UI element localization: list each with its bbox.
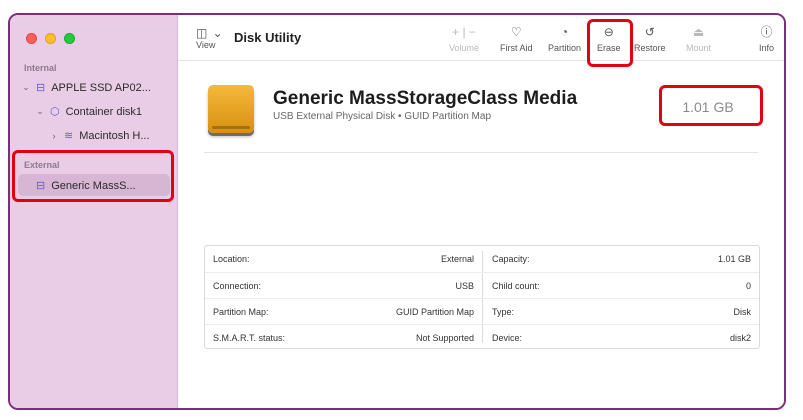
info-row-partition-map: Partition Map: GUID Partition Map (205, 298, 482, 324)
sidebar-item-label: Macintosh H... (79, 129, 150, 142)
info-label: Info (759, 43, 775, 53)
info-column-right: Capacity: 1.01 GB Child count: 0 Type: D… (482, 246, 759, 348)
plus-minus-icon: + | − (452, 25, 476, 39)
first-aid-label: First Aid (500, 43, 533, 53)
disk-name: Generic MassStorageClass Media (273, 88, 578, 109)
info-label: Capacity: (492, 254, 530, 264)
stethoscope-icon: ♡ (510, 25, 522, 39)
container-cube-icon: ⬡ (50, 106, 60, 118)
info-row-type: Type: Disk (482, 298, 759, 324)
info-value: Not Supported (415, 332, 474, 343)
info-label: Location: (213, 254, 250, 264)
first-aid-button[interactable]: ♡ First Aid (500, 25, 533, 53)
info-value: disk2 (729, 332, 751, 343)
divider (204, 152, 758, 153)
info-label: S.M.A.R.T. status: (213, 332, 286, 343)
sidebar-toggle-icon: ◫ ⌄ (196, 26, 224, 40)
annotation-highlight-erase (587, 19, 633, 67)
info-table: Location: External Connection: USB Parti… (204, 245, 760, 349)
info-value: 1.01 GB (717, 254, 751, 264)
mount-button[interactable]: ⏏ Mount (686, 25, 711, 53)
info-value: External (440, 254, 474, 264)
info-row-device: Device: disk2 (482, 324, 759, 350)
minimize-button[interactable] (45, 33, 56, 44)
view-button[interactable]: ◫ ⌄ View (196, 26, 224, 50)
sidebar-item-macintosh-hd[interactable]: › ≋ Macintosh H... (48, 129, 150, 143)
mount-label: Mount (686, 43, 712, 53)
volume-button[interactable]: + | − Volume (449, 25, 479, 53)
chevron-right-icon[interactable]: › (48, 131, 60, 141)
info-label: Partition Map: (213, 306, 269, 317)
info-value: Disk (733, 306, 752, 317)
info-row-connection: Connection: USB (205, 272, 482, 298)
info-column-left: Location: External Connection: USB Parti… (205, 246, 482, 348)
info-value: 0 (745, 280, 751, 291)
zoom-button[interactable] (64, 33, 75, 44)
close-button[interactable] (26, 33, 37, 44)
sidebar-item-label: Container disk1 (65, 105, 143, 118)
sidebar-section-internal: Internal (24, 63, 57, 73)
info-row-child-count: Child count: 0 (482, 272, 759, 298)
annotation-highlight-size (659, 85, 763, 126)
info-label: Connection: (213, 280, 262, 291)
info-value: USB (455, 280, 474, 291)
restore-button[interactable]: ↺ Restore (634, 25, 666, 53)
partition-label: Partition (548, 43, 582, 53)
info-row-location: Location: External (205, 246, 482, 272)
partition-button[interactable]: ◔ Partition (548, 25, 581, 53)
mount-icon: ⏏ (692, 25, 705, 39)
info-label: Type: (492, 306, 515, 317)
view-label: View (196, 40, 216, 50)
sidebar: Internal ⌄ ⊟ APPLE SSD AP02... ⌄ ⬡ Conta… (10, 15, 178, 408)
volume-label: Volume (449, 43, 480, 53)
disk-subtitle: USB External Physical Disk • GUID Partit… (273, 111, 492, 122)
disk-utility-window: Internal ⌄ ⊟ APPLE SSD AP02... ⌄ ⬡ Conta… (8, 13, 786, 410)
toolbar: ◫ ⌄ View Disk Utility + | − Volume ♡ Fir… (178, 15, 784, 61)
volume-stack-icon: ≋ (64, 130, 74, 142)
info-row-smart-status: S.M.A.R.T. status: Not Supported (205, 324, 482, 350)
restore-label: Restore (634, 43, 666, 53)
info-label: Device: (492, 332, 523, 343)
info-value: GUID Partition Map (395, 306, 474, 317)
info-icon: ⓘ (760, 25, 773, 39)
pie-chart-icon: ◔ (560, 25, 569, 39)
sidebar-item-container[interactable]: ⌄ ⬡ Container disk1 (34, 105, 143, 119)
restore-arrow-icon: ↺ (644, 25, 655, 39)
info-row-capacity: Capacity: 1.01 GB (482, 246, 759, 272)
info-button[interactable]: ⓘ Info (759, 25, 774, 53)
sidebar-item-apple-ssd[interactable]: ⌄ ⊟ APPLE SSD AP02... (20, 81, 151, 95)
annotation-highlight-external (12, 150, 174, 202)
window-title: Disk Utility (234, 30, 302, 45)
window-controls (26, 33, 75, 44)
disk-icon: ⊟ (36, 82, 46, 94)
sidebar-item-label: APPLE SSD AP02... (51, 81, 151, 94)
external-drive-icon (208, 85, 254, 133)
chevron-down-icon[interactable]: ⌄ (34, 106, 46, 117)
info-label: Child count: (492, 280, 540, 291)
chevron-down-icon[interactable]: ⌄ (20, 82, 32, 93)
